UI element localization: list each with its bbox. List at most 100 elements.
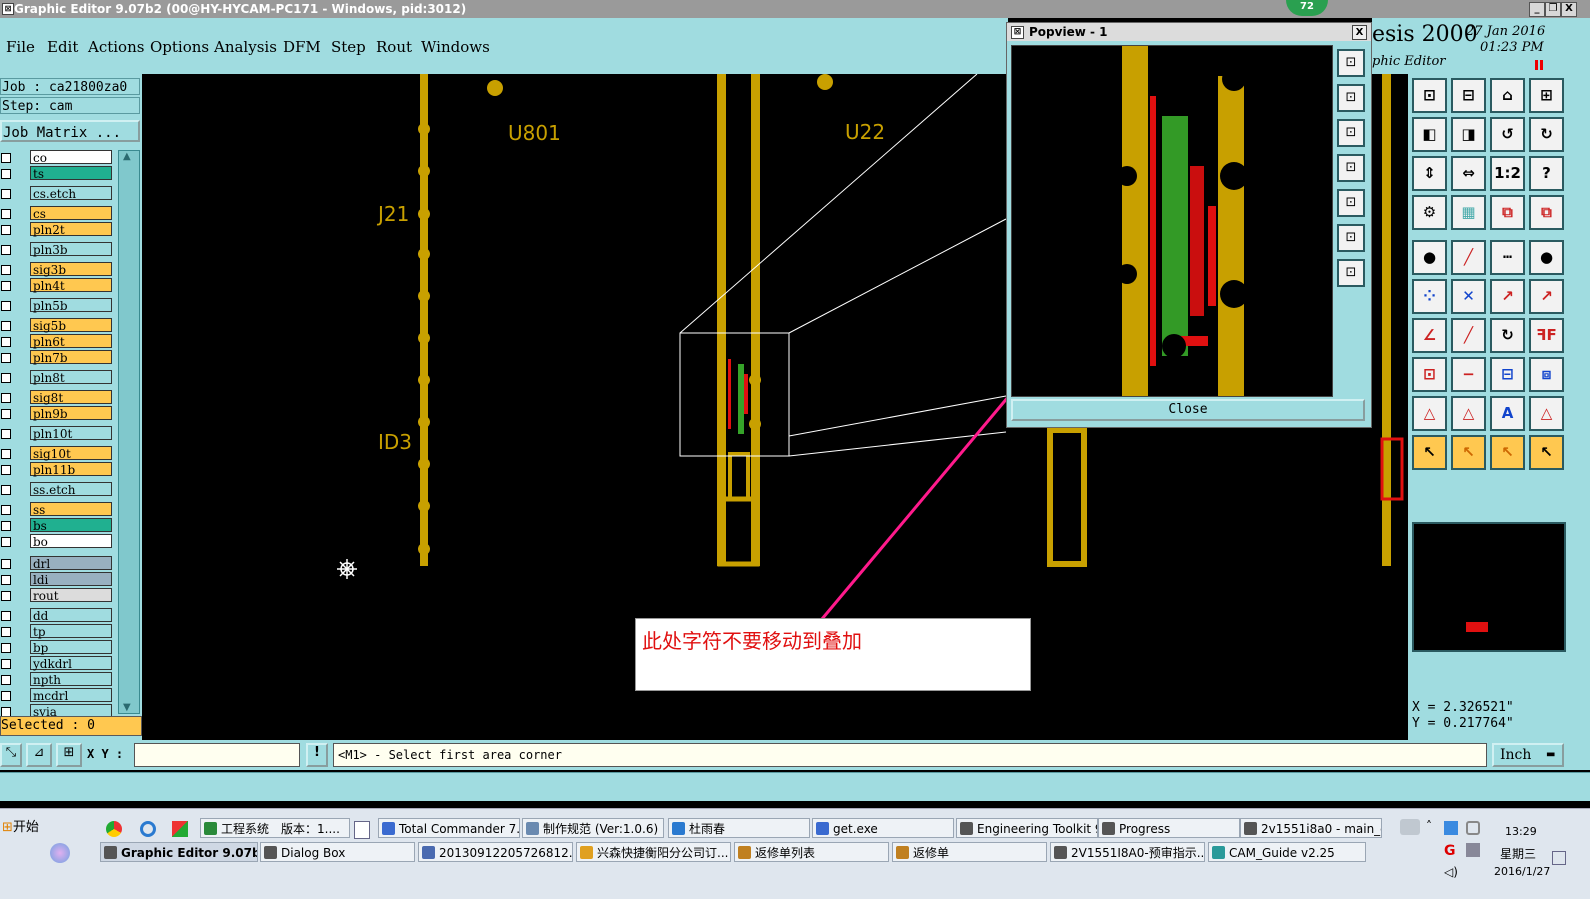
task-button-row1-0[interactable]: 工程系统 版本：1.... xyxy=(200,818,350,838)
layer-name[interactable]: co xyxy=(30,150,112,165)
measure-icon[interactable]: ⊿ xyxy=(26,743,52,767)
layer-checkbox[interactable] xyxy=(1,209,11,219)
xy-input[interactable] xyxy=(134,743,300,767)
line-icon[interactable]: ╱ xyxy=(1451,240,1486,275)
layer-name[interactable]: pln5b xyxy=(30,298,112,313)
layer-name[interactable]: pln6t xyxy=(30,334,112,349)
tray-g-icon[interactable]: G xyxy=(1444,843,1458,859)
job-matrix-button[interactable]: Job Matrix ... xyxy=(0,120,140,142)
popview-close-icon[interactable]: X xyxy=(1352,25,1367,40)
zoom-area-icon[interactable]: ⤡ xyxy=(0,743,22,767)
minimize-button[interactable]: _ xyxy=(1529,2,1545,17)
pop-zoom-out-icon[interactable]: ⊡ xyxy=(1337,224,1365,252)
task-button-row2-4[interactable]: 返修单列表 xyxy=(734,842,889,862)
menu-dfm[interactable]: DFM xyxy=(283,38,321,56)
circle-icon[interactable]: ● xyxy=(1529,240,1564,275)
layer-name[interactable]: ts xyxy=(30,166,112,181)
task-button-row1-3[interactable]: 杜雨春 xyxy=(668,818,810,838)
layer-checkbox[interactable] xyxy=(1,321,11,331)
menu-file[interactable]: File xyxy=(6,38,35,56)
layer-row-dd[interactable]: dd xyxy=(0,608,114,623)
tray-sync-icon[interactable] xyxy=(1466,821,1480,835)
layer-name[interactable]: ss.etch xyxy=(30,482,112,497)
scroll-down-icon[interactable]: ▼ xyxy=(123,702,131,713)
tray-expand-icon[interactable]: ˄ xyxy=(1426,819,1432,833)
triangle-red-2-icon[interactable]: △ xyxy=(1529,396,1564,431)
layer-row-mcdrl[interactable]: mcdrl xyxy=(0,688,114,703)
close-button[interactable]: X xyxy=(1561,2,1577,17)
show-desktop-icon[interactable] xyxy=(1552,851,1566,865)
pop-bottom-icon[interactable]: ⊡ xyxy=(1337,119,1365,147)
task-button-row2-3[interactable]: 兴森快捷衡阳分公司订... xyxy=(576,842,731,862)
task-button-row1-2[interactable]: 制作规范 (Ver:1.0.6) xyxy=(522,818,664,838)
task-button-row2-6[interactable]: 2V1551I8A0-预审指示.... xyxy=(1050,842,1205,862)
pop-zoom-in-icon[interactable]: ⊡ xyxy=(1337,259,1365,287)
layer-row-bo[interactable]: bo xyxy=(0,534,114,549)
select-2-icon[interactable]: ↖ xyxy=(1451,435,1486,470)
pause-icon[interactable] xyxy=(1535,60,1543,70)
layer-name[interactable]: ldi xyxy=(30,572,112,587)
layer-checkbox[interactable] xyxy=(1,537,11,547)
notepad-icon[interactable] xyxy=(354,821,370,839)
node-icon[interactable]: ⁘ xyxy=(1412,279,1447,314)
pan-back-icon[interactable]: ↺ xyxy=(1490,117,1525,152)
layer-checkbox[interactable] xyxy=(1,505,11,515)
layer-row-ldi[interactable]: ldi xyxy=(0,572,114,587)
tray-app-icon[interactable] xyxy=(1444,821,1458,835)
tool-icon[interactable] xyxy=(172,821,188,837)
layer-row-cs[interactable]: cs xyxy=(0,206,114,221)
snap-blue-icon[interactable]: ⧉ xyxy=(1529,195,1564,230)
task-button-row1-4[interactable]: get.exe xyxy=(812,818,954,838)
move-point-icon[interactable]: ↗ xyxy=(1490,279,1525,314)
layer-name[interactable]: pln2t xyxy=(30,222,112,237)
triangle-blue-icon[interactable]: △ xyxy=(1451,396,1486,431)
layer-name[interactable]: dd xyxy=(30,608,112,623)
layer-row-pln5b[interactable]: pln5b xyxy=(0,298,114,313)
layer-name[interactable]: sig8t xyxy=(30,390,112,405)
layer-row-sig5b[interactable]: sig5b xyxy=(0,318,114,333)
layer-checkbox[interactable] xyxy=(1,189,11,199)
pop-right-icon[interactable]: ⊡ xyxy=(1337,189,1365,217)
fit-window-icon[interactable]: ⊞ xyxy=(1529,78,1564,113)
layer-checkbox[interactable] xyxy=(1,409,11,419)
popview-canvas[interactable] xyxy=(1011,45,1333,397)
layer-checkbox[interactable] xyxy=(1,691,11,701)
layer-row-rout[interactable]: rout xyxy=(0,588,114,603)
layer-name[interactable]: drl xyxy=(30,556,112,571)
layer-checkbox[interactable] xyxy=(1,281,11,291)
zoom-selection-box[interactable] xyxy=(679,332,790,457)
select-3-icon[interactable]: ↖ xyxy=(1490,435,1525,470)
chrome-icon[interactable] xyxy=(106,821,122,837)
layer-row-bs[interactable]: bs xyxy=(0,518,114,533)
menu-windows[interactable]: Windows xyxy=(421,38,490,56)
connect-icon[interactable]: ↗ xyxy=(1529,279,1564,314)
layer-checkbox[interactable] xyxy=(1,465,11,475)
pan-right-icon[interactable]: ◨ xyxy=(1451,117,1486,152)
layer-row-cs-etch[interactable]: cs.etch xyxy=(0,186,114,201)
expand-icon[interactable]: ⇕ xyxy=(1412,156,1447,191)
task-button-row1-1[interactable]: Total Commander 7.0... xyxy=(378,818,520,838)
pad-icon[interactable]: ● xyxy=(1412,240,1447,275)
layer-checkbox[interactable] xyxy=(1,627,11,637)
select-4-icon[interactable]: ↖ xyxy=(1529,435,1564,470)
select-icon[interactable]: ↖ xyxy=(1412,435,1447,470)
layer-name[interactable]: sig3b xyxy=(30,262,112,277)
layer-name[interactable]: bs xyxy=(30,518,112,533)
ie-icon[interactable] xyxy=(140,821,156,837)
layer-row-sig10t[interactable]: sig10t xyxy=(0,446,114,461)
layer-row-tp[interactable]: tp xyxy=(0,624,114,639)
layer-name[interactable]: pln9b xyxy=(30,406,112,421)
menu-analysis[interactable]: Analysis xyxy=(214,38,277,56)
layer-row-pln3b[interactable]: pln3b xyxy=(0,242,114,257)
layer-row-ydkdrl[interactable]: ydkdrl xyxy=(0,656,114,671)
layer-row-ss[interactable]: ss xyxy=(0,502,114,517)
zoom-home-icon[interactable]: ⊡ xyxy=(1412,78,1447,113)
cross-icon[interactable]: ✕ xyxy=(1451,279,1486,314)
layer-name[interactable]: cs.etch xyxy=(30,186,112,201)
layer-row-sig3b[interactable]: sig3b xyxy=(0,262,114,277)
layer-name[interactable]: mcdrl xyxy=(30,688,112,703)
layer-name[interactable]: pln10t xyxy=(30,426,112,441)
ruler-icon[interactable]: ┅ xyxy=(1490,240,1525,275)
layer-row-drl[interactable]: drl xyxy=(0,556,114,571)
minus-icon[interactable]: − xyxy=(1451,357,1486,392)
